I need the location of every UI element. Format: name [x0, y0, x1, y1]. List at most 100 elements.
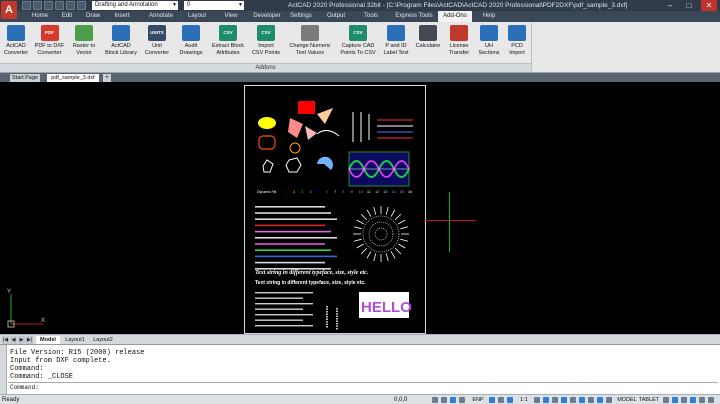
menu-bar: Home Edit Draw Insert Annotate Layout View Deve…: [0, 11, 720, 22]
previous-tab-icon[interactable]: ◀: [10, 336, 17, 344]
menu-home[interactable]: Home: [28, 11, 52, 22]
tab-document[interactable]: pdf_sample_3.dxf: [47, 74, 99, 82]
chevron-down-icon[interactable]: ▼: [172, 1, 177, 10]
status-model[interactable]: MODEL: [616, 395, 638, 404]
ribbon-button-7[interactable]: CSV Import CSV Points: [249, 23, 283, 62]
lineweight-icon[interactable]: [507, 397, 513, 403]
yellow-ellipse-shape: [258, 117, 276, 129]
grid-icon[interactable]: [441, 397, 447, 403]
menu-express-tools[interactable]: Express Tools: [394, 11, 434, 22]
text-line-mark: [255, 243, 325, 245]
close-icon[interactable]: ✕: [701, 0, 717, 11]
radial-spoke: [390, 251, 396, 259]
ribbon-button-12[interactable]: License Transfer: [445, 23, 473, 62]
otrack-icon[interactable]: [498, 397, 504, 403]
tab-layout1[interactable]: Layout1: [62, 336, 88, 344]
workspace-select[interactable]: Drafting and Annotation: [92, 1, 178, 10]
ribbon-button-0[interactable]: ActCAD Converter: [1, 23, 31, 62]
menu-insert[interactable]: Insert: [108, 11, 136, 22]
workspace-switch-icon[interactable]: [579, 397, 585, 403]
hello-text: HELLO: [361, 299, 412, 316]
menu-developer[interactable]: Developer: [250, 11, 284, 22]
last-tab-icon[interactable]: ▶|: [26, 336, 33, 344]
menu-add-ons[interactable]: Add-Ons: [438, 11, 472, 22]
radial-spoke: [366, 251, 372, 259]
annotation-visibility-icon[interactable]: [543, 397, 549, 403]
ribbon-button-6[interactable]: CSV Extract Block Attributes: [208, 23, 248, 62]
selection-cycling-icon[interactable]: [597, 397, 603, 403]
text-line-mark: [255, 212, 331, 214]
command-input[interactable]: Command:: [8, 382, 718, 391]
menu-edit[interactable]: Edit: [56, 11, 78, 22]
design-center-icon[interactable]: [699, 397, 705, 403]
open-file-icon[interactable]: [33, 1, 42, 10]
menu-output[interactable]: Output: [322, 11, 350, 22]
menu-layout[interactable]: Layout: [182, 11, 212, 22]
tab-start-page[interactable]: Start Page: [10, 74, 40, 82]
layers-icon[interactable]: [681, 397, 687, 403]
ribbon-button-10[interactable]: P and ID Label Text: [381, 23, 411, 62]
ribbon-button-2[interactable]: Raster to Vector: [67, 23, 101, 62]
menu-tools[interactable]: Tools: [356, 11, 386, 22]
properties-icon[interactable]: [672, 397, 678, 403]
minimize-icon[interactable]: –: [662, 0, 678, 11]
hardware-acceleration-icon[interactable]: [561, 397, 567, 403]
cursor-crosshair-x: [424, 220, 476, 221]
osnap-icon[interactable]: [489, 397, 495, 403]
app-logo[interactable]: A: [1, 1, 17, 19]
text-line-mark: [255, 224, 325, 227]
new-tab-button[interactable]: +: [103, 74, 111, 82]
ribbon-button-11[interactable]: Calculator: [413, 23, 443, 62]
menu-view[interactable]: View: [218, 11, 244, 22]
redo-icon[interactable]: [77, 1, 86, 10]
menu-draw[interactable]: Draw: [82, 11, 104, 22]
next-tab-icon[interactable]: ▶: [18, 336, 25, 344]
new-file-icon[interactable]: [22, 1, 31, 10]
pink-polygon-shape: [288, 118, 303, 138]
drawing-canvas[interactable]: Dynamic Fill: 1 2 3 4 5 6 7 8 9 10 11 12 13 14 15 16 Te…: [0, 82, 720, 334]
ribbon-button-5[interactable]: Audit Drawings: [175, 23, 207, 62]
snap-icon[interactable]: [432, 397, 438, 403]
ribbon-button-4[interactable]: UNITS Unit Converter: [140, 23, 174, 62]
chevron-down-icon[interactable]: ▼: [238, 1, 243, 10]
save-icon[interactable]: [44, 1, 53, 10]
ribbon-button-1[interactable]: PDF PDF to DXF Converter: [33, 23, 66, 62]
tool-palette-icon[interactable]: [690, 397, 696, 403]
menu-settings[interactable]: Settings: [286, 11, 316, 22]
svg-text:Y: Y: [7, 289, 11, 295]
command-window-handle[interactable]: [0, 345, 7, 395]
status-tablet[interactable]: TABLET: [638, 395, 660, 404]
layer-select[interactable]: 0: [184, 1, 244, 10]
ribbon-button-13[interactable]: UH Sections: [475, 23, 503, 62]
clean-screen-icon[interactable]: [570, 397, 576, 403]
csv-icon: CSV: [349, 25, 367, 41]
annotation-icon[interactable]: [534, 397, 540, 403]
application-window: Drafting and Annotation ▼ 0 ▼ ActCAD 202…: [0, 0, 720, 404]
menu-annotate[interactable]: Annotate: [144, 11, 178, 22]
color-legend-label: Dynamic Fill:: [257, 190, 277, 194]
units-icon[interactable]: [606, 397, 612, 403]
lock-icon[interactable]: [588, 397, 594, 403]
polar-icon[interactable]: [459, 397, 465, 403]
ribbon-button-3[interactable]: ActCAD Block Library: [103, 23, 139, 62]
menu-icon[interactable]: [708, 397, 714, 403]
isolate-icon[interactable]: [552, 397, 558, 403]
undo-icon[interactable]: [66, 1, 75, 10]
ribbon-button-9[interactable]: CSV Capture CAD Points To CSV: [336, 23, 380, 62]
customize-icon[interactable]: [663, 397, 669, 403]
tab-layout2[interactable]: Layout2: [90, 336, 116, 344]
peach-shape: [317, 108, 333, 124]
menu-help[interactable]: Help: [478, 11, 500, 22]
ortho-icon[interactable]: [450, 397, 456, 403]
annotation-scale[interactable]: 1:1: [517, 395, 531, 404]
radial-spoke: [390, 209, 396, 217]
radial-spoke: [360, 247, 368, 255]
maximize-icon[interactable]: □: [681, 0, 697, 11]
tab-model[interactable]: Model: [36, 336, 60, 344]
ribbon-button-14[interactable]: PCD Import: [504, 23, 530, 62]
numeric-text-icon: [301, 25, 319, 41]
ribbon-button-8[interactable]: Change Numeric Text Values: [285, 23, 335, 62]
status-enp[interactable]: ENP: [470, 395, 486, 404]
first-tab-icon[interactable]: |◀: [2, 336, 9, 344]
print-icon[interactable]: [55, 1, 64, 10]
